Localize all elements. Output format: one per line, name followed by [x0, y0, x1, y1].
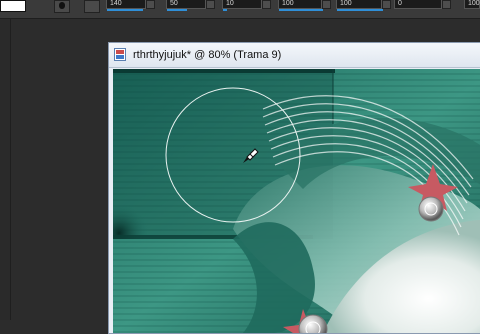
paint-brush-icon [243, 148, 259, 163]
left-panel-edge [0, 19, 11, 320]
density-slider[interactable] [279, 9, 323, 11]
thickness-field[interactable]: 100 [336, 0, 383, 11]
rotation-value: 0 [398, 0, 402, 7]
brush-shape-button[interactable] [54, 0, 70, 13]
thickness-slider[interactable] [337, 9, 383, 11]
step-spin[interactable] [262, 0, 271, 9]
brush-shape-icon [59, 2, 65, 9]
thickness-value: 100 [340, 0, 352, 7]
thickness-spin[interactable] [382, 0, 391, 9]
density-value: 100 [282, 0, 294, 7]
step-value: 10 [226, 0, 234, 7]
document-window[interactable]: rthrthyjujuk* @ 80% (Trama 9) [108, 42, 480, 334]
opacity-field[interactable]: 100 [464, 0, 480, 9]
brush-options-button[interactable] [84, 0, 100, 13]
canvas-artwork [113, 69, 480, 333]
opacity-value: 100 [468, 0, 480, 7]
psp-app-icon [114, 48, 126, 61]
options-toolbar: 140 50 10 100 100 0 100 [0, 0, 480, 19]
hardness-slider[interactable] [167, 9, 187, 11]
size-value: 140 [110, 0, 122, 7]
size-field[interactable]: 140 [106, 0, 146, 11]
hardness-spin[interactable] [206, 0, 215, 9]
color-swatch[interactable] [0, 0, 26, 12]
step-slider[interactable] [223, 9, 227, 11]
size-slider[interactable] [107, 9, 143, 11]
step-field[interactable]: 10 [222, 0, 262, 11]
density-spin[interactable] [322, 0, 331, 9]
rotation-field[interactable]: 0 [394, 0, 442, 9]
density-field[interactable]: 100 [278, 0, 323, 11]
document-title: rthrthyjujuk* @ 80% (Trama 9) [133, 49, 282, 61]
image-canvas[interactable] [113, 69, 480, 333]
size-spin[interactable] [146, 0, 155, 9]
hardness-field[interactable]: 50 [166, 0, 206, 11]
rotation-spin[interactable] [442, 0, 451, 9]
document-titlebar[interactable]: rthrthyjujuk* @ 80% (Trama 9) [109, 43, 480, 68]
hardness-value: 50 [170, 0, 178, 7]
